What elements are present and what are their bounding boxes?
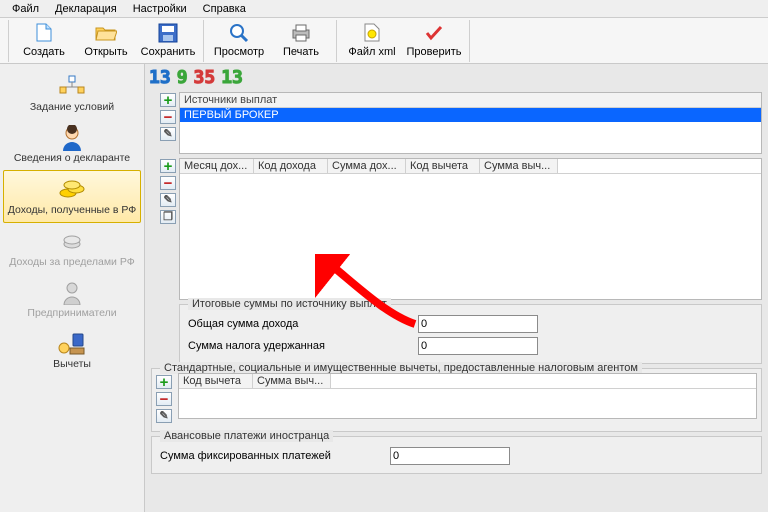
entrepreneur-icon (57, 280, 87, 306)
sidebar-item-deductions[interactable]: Вычеты (0, 325, 144, 376)
sources-title: Источники выплат (180, 93, 761, 108)
digit-9[interactable]: 9 (177, 67, 188, 88)
income-col-code[interactable]: Код дохода (254, 159, 328, 173)
sources-sidebuttons: + − ✎ (160, 93, 176, 141)
sidebar: Задание условий Сведения о декларанте До… (0, 64, 145, 512)
income-edit-button[interactable]: ✎ (160, 193, 176, 207)
income-table-panel: + − ✎ ❐ Месяц дох... Код дохода Сумма до… (179, 158, 762, 300)
digit-13-b[interactable]: 13 (221, 67, 243, 88)
deductions-icon (57, 331, 87, 357)
digit-13-a[interactable]: 13 (149, 67, 171, 88)
tax-withheld-input[interactable] (418, 337, 538, 355)
tax-withheld-label: Сумма налога удержанная (188, 340, 408, 352)
totals-group: Итоговые суммы по источнику выплат Общая… (179, 304, 762, 364)
sources-edit-button[interactable]: ✎ (160, 127, 176, 141)
ded-col-sum[interactable]: Сумма выч... (253, 374, 331, 388)
sidebar-item-conditions[interactable]: Задание условий (0, 68, 144, 119)
income-col-month[interactable]: Месяц дох... (180, 159, 254, 173)
advance-group: Авансовые платежи иностранца Сумма фикси… (151, 436, 762, 474)
menu-bar: Файл Декларация Настройки Справка (0, 0, 768, 18)
xml-file-icon (361, 22, 383, 44)
tool-preview[interactable]: Просмотр (208, 20, 270, 58)
ded-table: Код вычета Сумма выч... (178, 373, 757, 419)
ded-add-button[interactable]: + (156, 375, 172, 389)
income-table-header: Месяц дох... Код дохода Сумма дох... Код… (180, 159, 761, 174)
income-remove-button[interactable]: − (160, 176, 176, 190)
ded-remove-button[interactable]: − (156, 392, 172, 406)
menu-file[interactable]: Файл (6, 2, 45, 16)
ded-edit-button[interactable]: ✎ (156, 409, 172, 423)
sidebar-item-declarant[interactable]: Сведения о декларанте (0, 119, 144, 170)
new-file-icon (33, 22, 55, 44)
total-income-input[interactable] (418, 315, 538, 333)
main-pane: 13 9 35 13 + − ✎ Источники выплат ПЕРВЫЙ… (145, 64, 768, 512)
tool-create[interactable]: Создать (13, 20, 75, 58)
income-add-button[interactable]: + (160, 159, 176, 173)
digit-35[interactable]: 35 (194, 67, 216, 88)
rate-digits: 13 9 35 13 (145, 64, 768, 90)
conditions-icon (57, 74, 87, 100)
tool-check[interactable]: Проверить (403, 20, 465, 58)
person-icon (57, 125, 87, 151)
tool-save[interactable]: Сохранить (137, 20, 199, 58)
income-col-dedcode[interactable]: Код вычета (406, 159, 480, 173)
sources-panel: + − ✎ Источники выплат ПЕРВЫЙ БРОКЕР (179, 92, 762, 154)
save-icon (157, 22, 179, 44)
tool-open[interactable]: Открыть (75, 20, 137, 58)
income-copy-button[interactable]: ❐ (160, 210, 176, 224)
advance-legend: Авансовые платежи иностранца (160, 430, 333, 442)
preview-icon (228, 22, 250, 44)
sidebar-item-income-out[interactable]: Доходы за пределами РФ (0, 223, 144, 274)
income-col-dedsum[interactable]: Сумма выч... (480, 159, 558, 173)
total-income-label: Общая сумма дохода (188, 318, 408, 330)
income-sidebuttons: + − ✎ ❐ (160, 159, 176, 224)
tool-xml[interactable]: Файл xml (341, 20, 403, 58)
tool-print[interactable]: Печать (270, 20, 332, 58)
coins-gray-icon (57, 229, 87, 255)
totals-legend: Итоговые суммы по источнику выплат (188, 298, 391, 310)
toolbar: Создать Открыть Сохранить Просмотр Печат… (0, 18, 768, 64)
sources-remove-button[interactable]: − (160, 110, 176, 124)
folder-open-icon (95, 22, 117, 44)
coins-icon (57, 177, 87, 203)
menu-help[interactable]: Справка (197, 2, 252, 16)
sidebar-item-income-rf[interactable]: Доходы, полученные в РФ (3, 170, 141, 223)
sources-row-1[interactable]: ПЕРВЫЙ БРОКЕР (180, 108, 761, 122)
sources-add-button[interactable]: + (160, 93, 176, 107)
menu-declaration[interactable]: Декларация (49, 2, 123, 16)
sidebar-item-entrepreneur[interactable]: Предприниматели (0, 274, 144, 325)
advance-fixed-label: Сумма фиксированных платежей (160, 450, 380, 462)
menu-settings[interactable]: Настройки (127, 2, 193, 16)
advance-fixed-input[interactable] (390, 447, 510, 465)
ded-col-code[interactable]: Код вычета (179, 374, 253, 388)
agent-deductions-group: Стандартные, социальные и имущественные … (151, 368, 762, 432)
print-icon (290, 22, 312, 44)
income-col-sum[interactable]: Сумма дох... (328, 159, 406, 173)
check-icon (423, 22, 445, 44)
